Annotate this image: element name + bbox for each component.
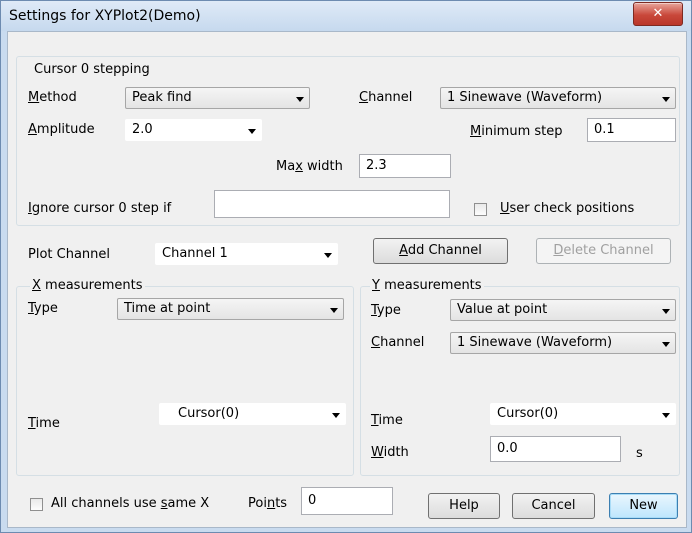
user-check-positions-checkbox[interactable]	[474, 203, 487, 216]
new-button[interactable]: New	[609, 493, 678, 519]
y-measurements-group-label: Y measurements	[370, 277, 484, 295]
minimum-step-label: Minimum step	[470, 124, 563, 139]
plot-channel-combo[interactable]: Channel 1	[155, 243, 338, 265]
settings-dialog: Settings for XYPlot2(Demo) ✕ Cursor 0 st…	[0, 0, 692, 533]
chevron-down-icon	[662, 342, 670, 347]
y-channel-label: Channel	[371, 335, 425, 350]
chevron-down-icon	[330, 308, 338, 313]
channel-label: Channel	[359, 90, 413, 105]
x-type-dropdown[interactable]: Time at point	[117, 298, 344, 320]
all-channels-same-x-checkbox[interactable]	[30, 498, 43, 511]
y-time-label: Time	[371, 413, 403, 428]
y-type-label: Type	[371, 303, 401, 318]
max-width-input[interactable]: 2.3	[359, 154, 451, 178]
chevron-down-icon	[324, 253, 332, 258]
y-type-dropdown[interactable]: Value at point	[450, 299, 676, 321]
x-time-combo[interactable]: Cursor(0)	[159, 403, 346, 425]
amplitude-label: Amplitude	[28, 122, 95, 137]
points-input[interactable]: 0	[301, 487, 393, 515]
help-button[interactable]: Help	[428, 493, 500, 519]
minimum-step-input[interactable]: 0.1	[587, 118, 676, 142]
points-label: Points	[248, 496, 288, 511]
chevron-down-icon	[662, 309, 670, 314]
close-icon: ✕	[652, 6, 664, 21]
x-time-value: Cursor(0)	[178, 406, 240, 421]
y-time-combo[interactable]: Cursor(0)	[490, 403, 676, 425]
method-dropdown[interactable]: Peak find	[125, 87, 310, 109]
x-measurements-group-label: X measurements	[30, 277, 145, 295]
x-time-label: Time	[28, 416, 60, 431]
window-title: Settings for XYPlot2(Demo)	[9, 8, 201, 24]
x-type-value: Time at point	[124, 301, 211, 316]
y-width-input[interactable]: 0.0	[490, 436, 621, 462]
y-type-value: Value at point	[457, 302, 548, 317]
chevron-down-icon	[662, 97, 670, 102]
all-channels-same-x-label: All channels use same X	[51, 496, 210, 511]
title-bar[interactable]: Settings for XYPlot2(Demo) ✕	[1, 1, 691, 31]
y-channel-dropdown[interactable]: 1 Sinewave (Waveform)	[450, 332, 676, 354]
ignore-step-input[interactable]	[214, 190, 450, 218]
chevron-down-icon	[248, 129, 256, 134]
amplitude-value: 2.0	[132, 122, 153, 137]
chevron-down-icon	[662, 413, 670, 418]
delete-channel-button[interactable]: Delete Channel	[536, 238, 671, 264]
method-value: Peak find	[132, 90, 192, 105]
chevron-down-icon	[332, 413, 340, 418]
cancel-button[interactable]: Cancel	[512, 493, 595, 519]
channel-value: 1 Sinewave (Waveform)	[447, 90, 603, 105]
y-channel-value: 1 Sinewave (Waveform)	[457, 335, 613, 350]
close-button[interactable]: ✕	[633, 2, 683, 26]
dialog-body: Cursor 0 stepping Method Peak find Chann…	[7, 31, 687, 528]
user-check-positions-label: User check positions	[500, 201, 635, 216]
add-channel-button[interactable]: Add Channel	[373, 238, 508, 264]
max-width-label: Max width	[276, 159, 343, 174]
chevron-down-icon	[296, 97, 304, 102]
cursor-stepping-group-label: Cursor 0 stepping	[32, 61, 152, 79]
y-time-value: Cursor(0)	[497, 406, 559, 421]
method-label: Method	[28, 90, 77, 105]
ignore-step-label: Ignore cursor 0 step if	[28, 201, 172, 216]
x-type-label: Type	[28, 301, 58, 316]
plot-channel-label: Plot Channel	[28, 247, 111, 262]
amplitude-combo[interactable]: 2.0	[125, 119, 262, 141]
channel-dropdown[interactable]: 1 Sinewave (Waveform)	[440, 87, 676, 109]
plot-channel-value: Channel 1	[162, 246, 228, 261]
y-width-unit: s	[636, 446, 643, 461]
y-width-label: Width	[371, 445, 409, 460]
